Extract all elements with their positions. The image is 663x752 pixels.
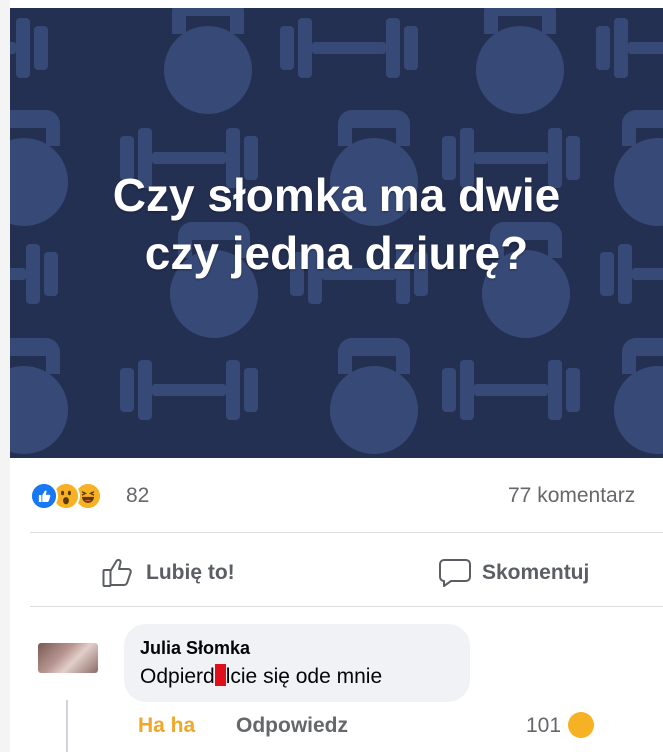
divider	[30, 532, 663, 533]
avatar[interactable]	[38, 643, 98, 673]
comment-text: Odpierd lcie się ode mnie	[140, 664, 382, 689]
post-image[interactable]: Czy słomka ma dwie czy jedna dziurę?	[10, 8, 663, 458]
comment-count[interactable]: 77 komentarz	[508, 484, 635, 508]
comment-reaction-count[interactable]: 101	[526, 714, 561, 738]
reply-link[interactable]: Odpowiedz	[236, 714, 348, 738]
reaction-summary[interactable]	[30, 482, 122, 512]
post-stats: 82 77 komentarz	[30, 478, 663, 518]
left-edge	[0, 0, 10, 752]
comment-actions: Ha ha Odpowiedz 101	[138, 712, 663, 752]
comment-button-label: Skomentuj	[482, 561, 590, 584]
haha-reaction-link[interactable]: Ha ha	[138, 714, 195, 738]
caption-line-2: czy jedna dziurę?	[144, 227, 529, 279]
comment-text-start: Odpierd	[140, 665, 215, 688]
reaction-count[interactable]: 82	[126, 484, 149, 508]
thumbs-up-icon	[102, 558, 132, 587]
caption-line-1: Czy słomka ma dwie	[112, 169, 561, 221]
post-actions: Lubię to! Skomentuj	[0, 546, 663, 602]
comment-text-end: lcie się ode mnie	[225, 665, 383, 688]
thread-line	[66, 700, 68, 752]
censor-bar	[214, 664, 226, 686]
comment-author[interactable]: Julia Słomka	[140, 638, 250, 659]
speech-bubble-icon	[439, 559, 471, 587]
like-icon	[30, 482, 58, 510]
divider	[30, 606, 663, 607]
like-button-label: Lubię to!	[146, 561, 235, 584]
post-image-caption: Czy słomka ma dwie czy jedna dziurę?	[10, 166, 663, 282]
like-button[interactable]: Lubię to!	[102, 556, 235, 590]
comment-button[interactable]: Skomentuj	[438, 556, 589, 590]
haha-icon	[568, 712, 594, 738]
comment-bubble: Julia Słomka Odpierd lcie się ode mnie	[124, 624, 470, 702]
